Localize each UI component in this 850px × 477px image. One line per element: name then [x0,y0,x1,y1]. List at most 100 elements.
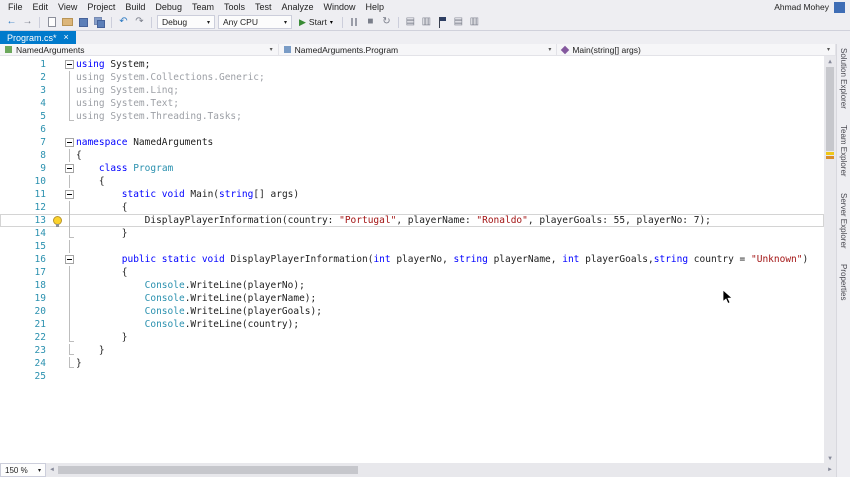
breakpoint-gutter[interactable] [0,279,16,292]
outline-margin[interactable] [64,370,76,383]
breakpoint-gutter[interactable] [0,214,16,227]
breakpoint-gutter[interactable] [0,318,16,331]
code-line-19[interactable]: 19 Console.WriteLine(playerName); [0,292,824,305]
open-file-icon[interactable] [61,16,74,29]
scrollbar-thumb[interactable] [826,67,834,151]
pause-icon[interactable] [348,16,361,29]
outline-margin[interactable] [64,188,76,201]
breakpoint-gutter[interactable] [0,331,16,344]
breakpoint-gutter[interactable] [0,149,16,162]
breakpoint-gutter[interactable] [0,188,16,201]
code-line-4[interactable]: 4 using System.Text; [0,97,824,110]
menu-item-file[interactable]: File [3,2,28,12]
code-line-2[interactable]: 2 using System.Collections.Generic; [0,71,824,84]
menu-item-analyze[interactable]: Analyze [277,2,319,12]
breakpoint-gutter[interactable] [0,71,16,84]
code-line-10[interactable]: 10 { [0,175,824,188]
code-line-25[interactable]: 25 [0,370,824,383]
outline-margin[interactable] [64,84,76,97]
code-line-20[interactable]: 20 Console.WriteLine(playerGoals); [0,305,824,318]
outline-margin[interactable] [64,266,76,279]
breakpoint-gutter[interactable] [0,266,16,279]
outline-margin[interactable] [64,344,76,357]
outline-margin[interactable] [64,318,76,331]
stop-icon[interactable]: ■ [364,16,377,29]
navigate-back-icon[interactable]: ← [5,16,18,29]
outline-margin[interactable] [64,227,76,240]
breakpoint-gutter[interactable] [0,227,16,240]
save-icon[interactable] [77,16,90,29]
outline-margin[interactable] [64,123,76,136]
code-line-11[interactable]: 11 static void Main(string[] args) [0,188,824,201]
breakpoint-gutter[interactable] [0,292,16,305]
grid-icon[interactable]: ▤ [404,16,417,29]
outline-margin[interactable] [64,214,76,227]
outline-margin[interactable] [64,357,76,370]
fold-collapse-icon[interactable] [65,60,74,69]
fold-collapse-icon[interactable] [65,255,74,264]
user-name[interactable]: Ahmad Mohey [774,2,829,12]
code-line-13[interactable]: 13 DisplayPlayerInformation(country: "Po… [0,214,824,227]
code-line-17[interactable]: 17 { [0,266,824,279]
tab-program-cs[interactable]: Program.cs* × [0,31,76,44]
outline-margin[interactable] [64,71,76,84]
new-file-icon[interactable] [45,16,58,29]
code-editor[interactable]: 1 using System; 2 using System.Collections.… [0,56,836,463]
undo-icon[interactable]: ↶ [117,16,130,29]
outline-margin[interactable] [64,279,76,292]
scroll-left-icon[interactable]: ◄ [46,467,58,473]
outline-margin[interactable] [64,201,76,214]
code-line-23[interactable]: 23 } [0,344,824,357]
fold-collapse-icon[interactable] [65,190,74,199]
code-line-16[interactable]: 16 public static void DisplayPlayerInfor… [0,253,824,266]
outline-margin[interactable] [64,292,76,305]
grid-icon[interactable]: ▤ [452,16,465,29]
code-line-5[interactable]: 5 using System.Threading.Tasks; [0,110,824,123]
solution-configurations-dropdown[interactable]: Debug ▾ [157,15,215,29]
scroll-up-icon[interactable]: ▲ [824,56,836,66]
type-dropdown[interactable]: NamedArguments.Program ▾ [279,44,558,55]
fold-collapse-icon[interactable] [65,138,74,147]
outline-margin[interactable] [64,305,76,318]
outline-margin[interactable] [64,331,76,344]
outline-margin[interactable] [64,58,76,71]
vertical-scrollbar[interactable]: ▲ ▼ [824,56,836,463]
scroll-right-icon[interactable]: ► [824,467,836,473]
menu-item-team[interactable]: Team [187,2,219,12]
flag-icon[interactable] [436,16,449,29]
scrollbar-thumb[interactable] [58,466,358,474]
save-all-icon[interactable] [93,16,106,29]
member-dropdown[interactable]: Main(string[] args) ▾ [557,44,837,55]
code-line-6[interactable]: 6 [0,123,824,136]
outline-margin[interactable] [64,110,76,123]
side-tab-server-explorer[interactable]: Server Explorer [839,193,848,249]
code-line-9[interactable]: 9 class Program [0,162,824,175]
menu-item-test[interactable]: Test [250,2,277,12]
breakpoint-gutter[interactable] [0,370,16,383]
breakpoint-gutter[interactable] [0,253,16,266]
redo-icon[interactable]: ↷ [133,16,146,29]
user-avatar[interactable] [834,1,845,13]
code-line-24[interactable]: 24} [0,357,824,370]
code-line-1[interactable]: 1 using System; [0,58,824,71]
code-line-21[interactable]: 21 Console.WriteLine(country); [0,318,824,331]
outline-margin[interactable] [64,253,76,266]
outline-margin[interactable] [64,97,76,110]
breakpoint-gutter[interactable] [0,240,16,253]
side-tab-solution-explorer[interactable]: Solution Explorer [839,48,848,109]
menu-item-tools[interactable]: Tools [219,2,250,12]
code-line-12[interactable]: 12 { [0,201,824,214]
outline-margin[interactable] [64,136,76,149]
outline-margin[interactable] [64,149,76,162]
code-line-14[interactable]: 14 } [0,227,824,240]
list-icon[interactable]: ▥ [420,16,433,29]
menu-item-build[interactable]: Build [120,2,150,12]
code-line-7[interactable]: 7 namespace NamedArguments [0,136,824,149]
close-icon[interactable]: × [64,33,69,42]
breakpoint-gutter[interactable] [0,305,16,318]
breakpoint-gutter[interactable] [0,162,16,175]
solution-platforms-dropdown[interactable]: Any CPU ▾ [218,15,292,29]
breakpoint-gutter[interactable] [0,123,16,136]
start-debugging-button[interactable]: ▶ Start ▾ [295,15,337,29]
breakpoint-gutter[interactable] [0,58,16,71]
